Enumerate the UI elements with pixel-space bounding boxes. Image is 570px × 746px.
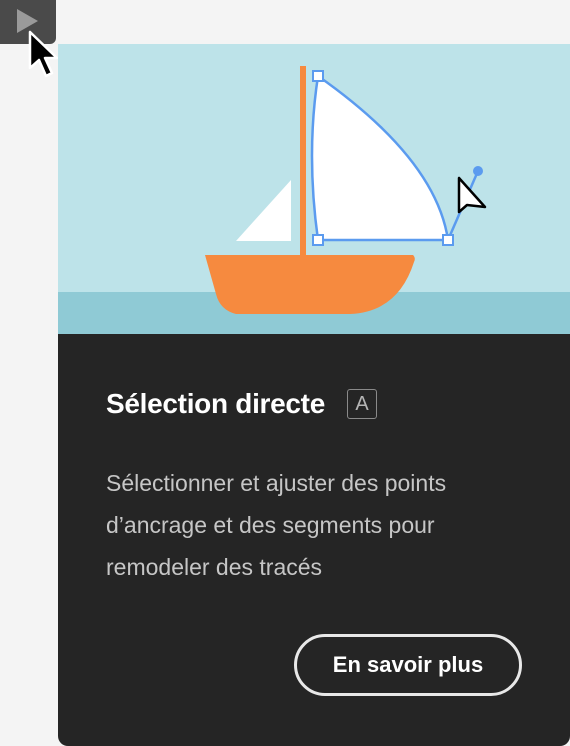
learn-more-button[interactable]: En savoir plus <box>294 634 522 696</box>
anchor-point-bottom-right <box>442 234 454 246</box>
mouse-pointer-icon <box>28 30 59 78</box>
mast <box>300 66 306 258</box>
tool-title: Sélection directe <box>106 388 325 419</box>
anchor-point-bottom-left <box>312 234 324 246</box>
tool-tip-card: Sélection directe A Sélectionner et ajus… <box>58 44 570 746</box>
tool-description: Sélectionner et ajuster des points d’anc… <box>106 470 447 580</box>
sailboat-illustration <box>58 44 570 334</box>
direction-handle <box>473 166 483 176</box>
anchor-point-top <box>312 70 324 82</box>
keyboard-shortcut-badge: A <box>346 389 377 419</box>
title-row: Sélection directe A <box>106 386 377 422</box>
